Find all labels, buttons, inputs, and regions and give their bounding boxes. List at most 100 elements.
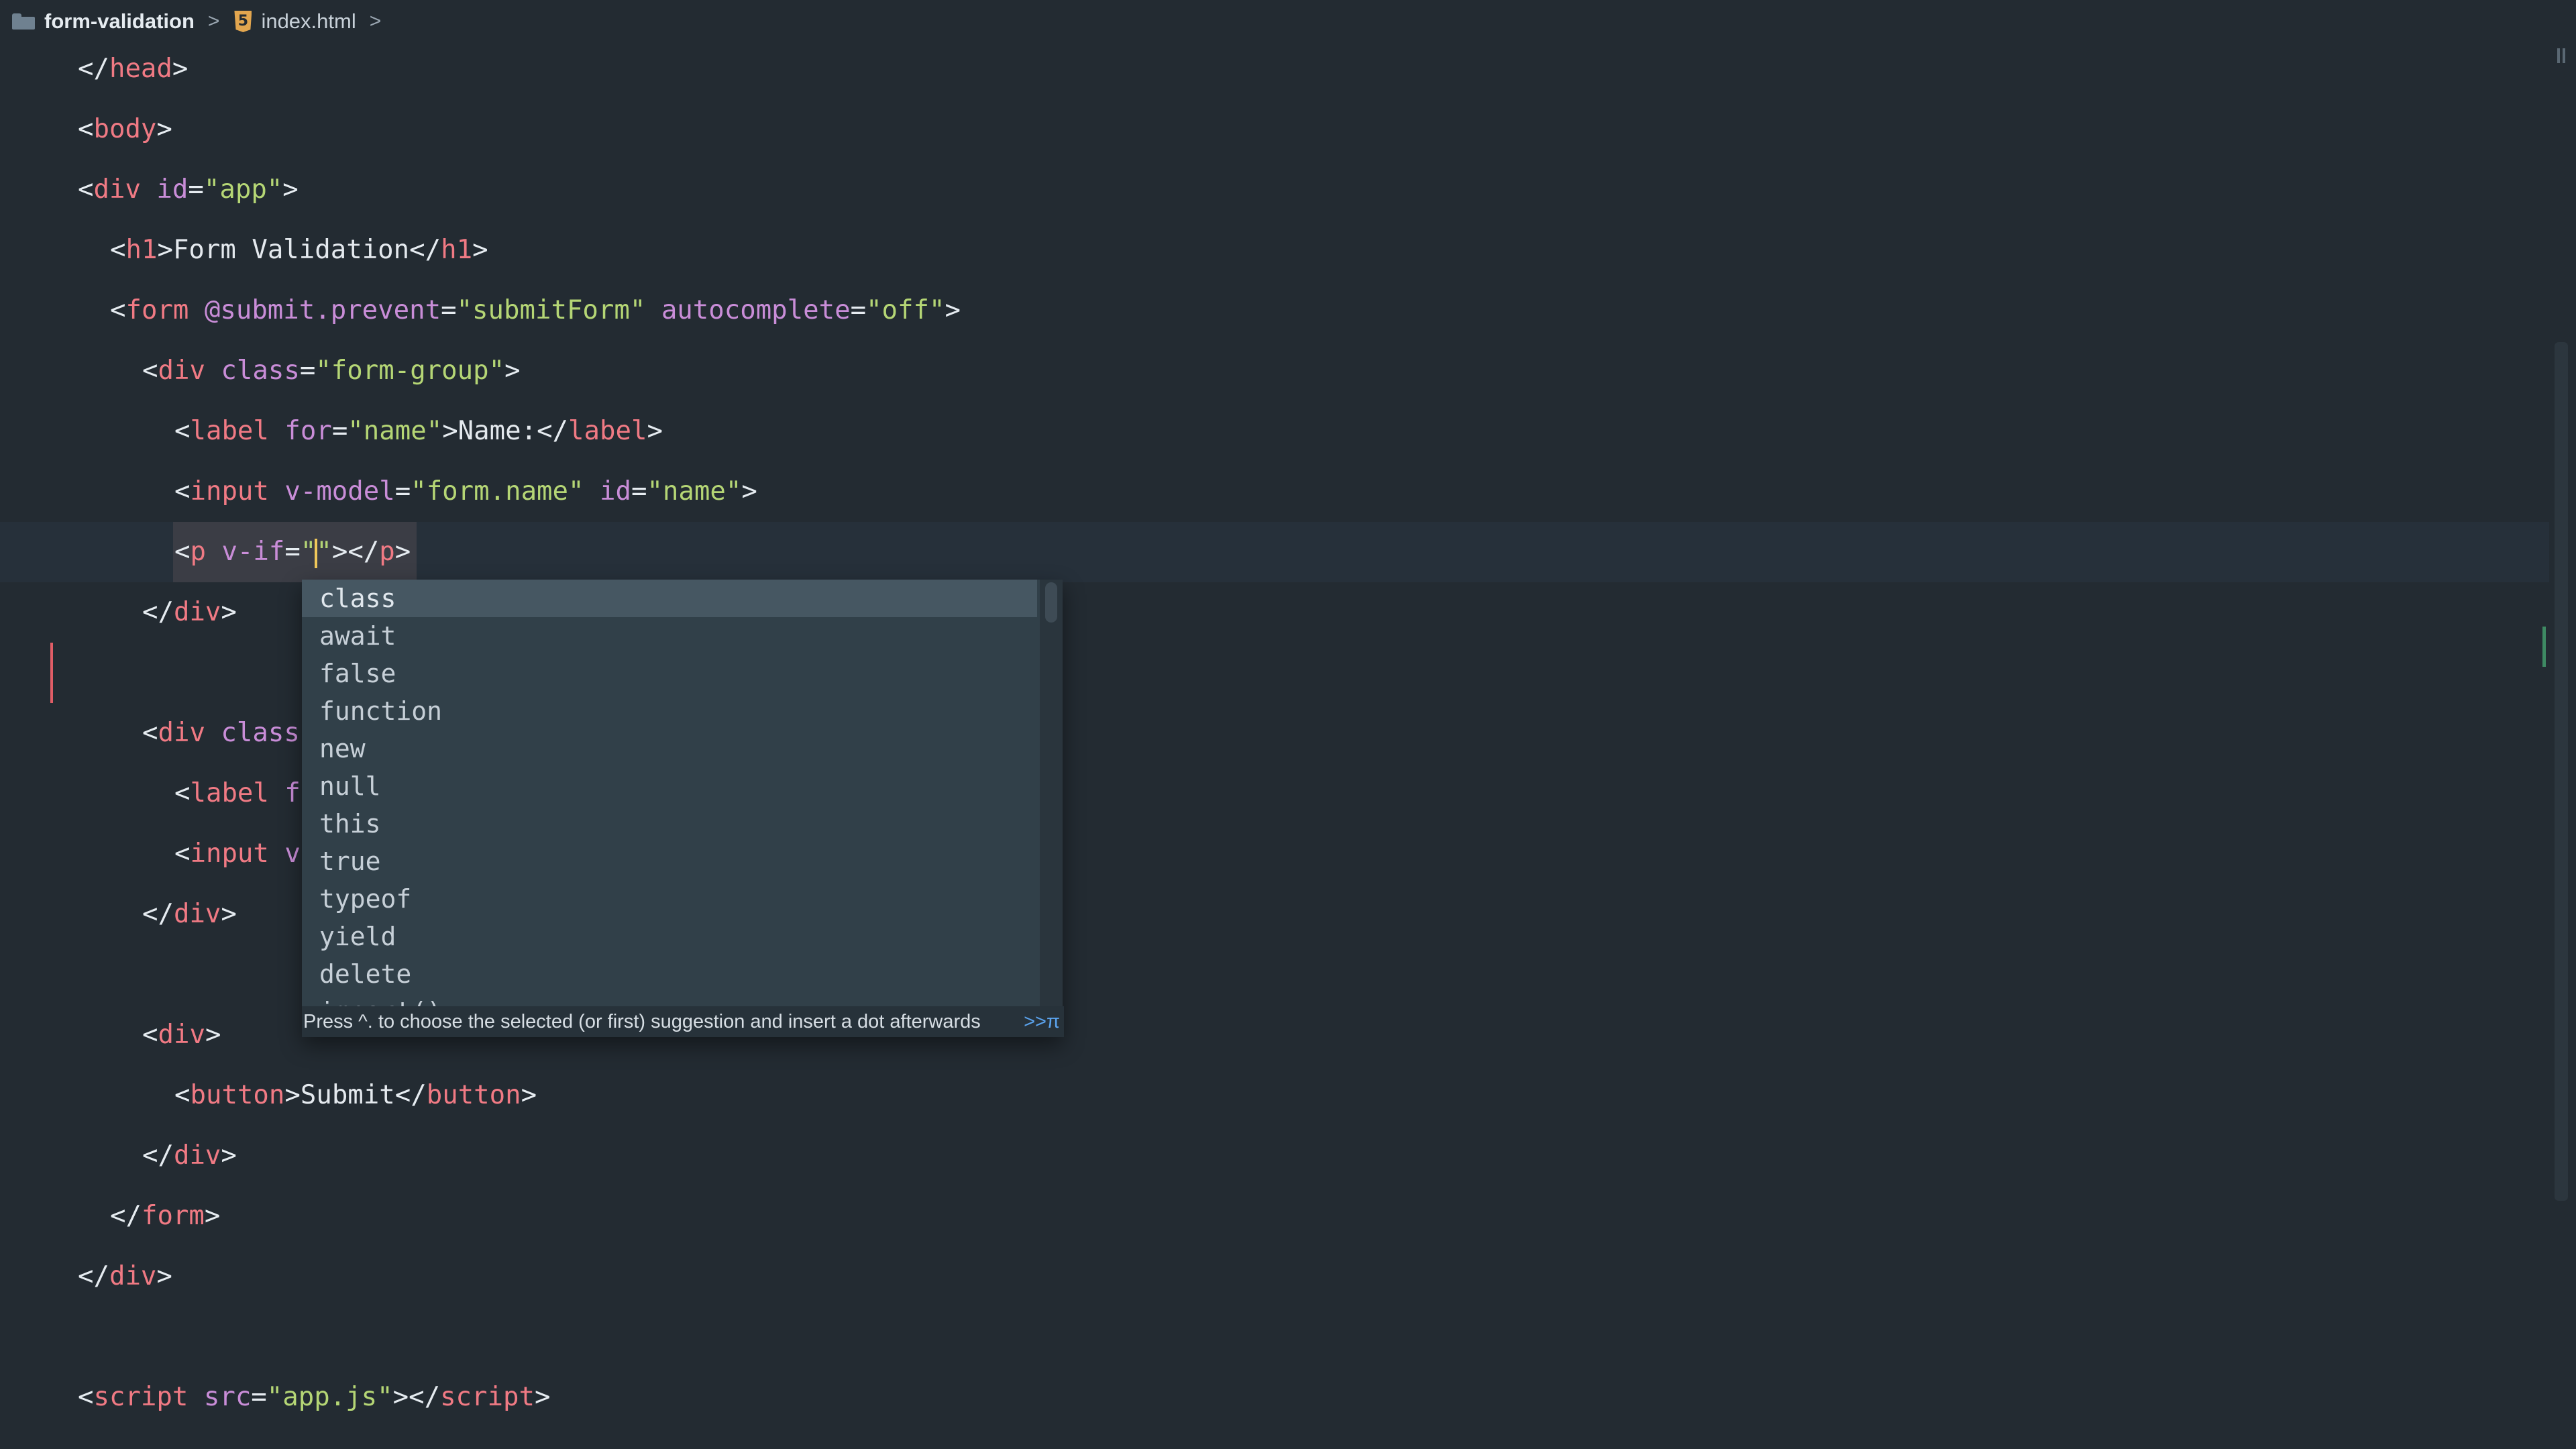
breadcrumb-file-label: index.html — [261, 9, 356, 33]
code-token: > — [221, 597, 237, 627]
code-token: > — [442, 416, 458, 446]
code-token: id — [584, 476, 631, 506]
code-token: div — [158, 356, 205, 386]
code-token: </ — [142, 899, 174, 929]
editor-scrollbar[interactable] — [2555, 342, 2568, 1201]
code-token: id — [140, 174, 189, 205]
code-token: "form.name" — [411, 476, 584, 506]
code-token: = — [394, 476, 411, 506]
code-token: > — [172, 54, 189, 84]
autocomplete-hint-text: Press ^. to choose the selected (or firs… — [303, 1011, 981, 1032]
autocomplete-item[interactable]: delete — [302, 955, 1037, 993]
code-line[interactable]: <button>Submit</button> — [0, 1065, 2549, 1126]
code-token: button — [426, 1080, 521, 1110]
breadcrumb-file[interactable]: index.html — [234, 9, 356, 34]
code-token: < — [78, 114, 94, 144]
code-token: Name: — [458, 416, 537, 446]
folder-icon — [12, 13, 35, 30]
autocomplete-item[interactable]: new — [302, 730, 1037, 767]
breadcrumb-folder[interactable]: form-validation — [12, 9, 195, 34]
autocomplete-popup: class await false function new null this… — [302, 580, 1064, 1037]
code-token: "form-group" — [315, 356, 505, 386]
code-token: > — [647, 416, 663, 446]
autocomplete-item[interactable]: this — [302, 805, 1037, 843]
breadcrumb-separator[interactable]: > — [370, 10, 382, 33]
code-token: </ — [142, 1140, 174, 1171]
autocomplete-item[interactable]: false — [302, 655, 1037, 692]
code-line[interactable]: </div> — [0, 1126, 2549, 1186]
code-token: > — [741, 476, 757, 506]
code-token: label — [568, 416, 647, 446]
change-marker — [2542, 627, 2546, 667]
code-token: label — [190, 778, 269, 808]
code-token: src — [188, 1382, 252, 1412]
code-line[interactable]: <div class="form-group"> — [0, 341, 2549, 401]
code-token: div — [158, 718, 205, 748]
code-line[interactable]: </form> — [0, 1186, 2549, 1246]
code-line[interactable]: <h1>Form Validation</h1> — [0, 220, 2549, 280]
code-token: = — [299, 356, 316, 386]
autocomplete-item[interactable]: await — [302, 617, 1037, 655]
code-token: p — [190, 537, 206, 567]
code-token: > — [945, 295, 961, 325]
autocomplete-item[interactable]: typeof — [302, 880, 1037, 918]
code-token: > — [392, 1382, 409, 1412]
current-code-line[interactable]: <p v-if=""></p> — [0, 522, 2549, 703]
code-token: > — [472, 235, 488, 265]
code-token: " — [316, 537, 332, 567]
code-token: > — [221, 1140, 237, 1171]
code-token: < — [142, 356, 158, 386]
code-token: "off" — [866, 295, 945, 325]
autocomplete-scrollbar[interactable] — [1040, 580, 1063, 1006]
code-line[interactable]: <form @submit.prevent="submitForm" autoc… — [0, 280, 2549, 341]
autocomplete-hint: Press ^. to choose the selected (or firs… — [302, 1006, 1064, 1037]
code-line[interactable]: <div id="app"> — [0, 160, 2549, 220]
code-token: form — [141, 1201, 205, 1231]
code-token: </ — [78, 54, 109, 84]
code-line[interactable]: </div> — [0, 1246, 2549, 1307]
autocomplete-item[interactable]: function — [302, 692, 1037, 730]
code-token: = — [631, 476, 647, 506]
code-token: head — [109, 54, 172, 84]
autocomplete-hint-link[interactable]: >>π — [1024, 1006, 1060, 1037]
code-token: > — [156, 114, 172, 144]
code-token: </ — [409, 1382, 441, 1412]
code-token: </ — [110, 1201, 142, 1231]
code-token: h1 — [125, 235, 158, 265]
code-token: h1 — [441, 235, 473, 265]
code-token: div — [109, 1261, 157, 1291]
code-token: = — [441, 295, 457, 325]
autocomplete-scroll-thumb[interactable] — [1045, 582, 1057, 623]
code-token: form — [125, 295, 189, 325]
code-token: < — [174, 839, 191, 869]
autocomplete-list[interactable]: class await false function new null this… — [302, 580, 1037, 1006]
code-token: "name" — [647, 476, 742, 506]
code-line[interactable]: </head> — [0, 39, 2549, 99]
code-token: > — [282, 174, 299, 205]
breadcrumb-folder-label: form-validation — [44, 9, 195, 33]
code-token: class — [205, 718, 300, 748]
code-token: "app" — [203, 174, 283, 205]
code-token: "app.js" — [266, 1382, 393, 1412]
pause-icon[interactable] — [2556, 48, 2567, 63]
autocomplete-item[interactable]: true — [302, 843, 1037, 880]
autocomplete-item[interactable]: yield — [302, 918, 1037, 955]
code-token: div — [158, 1020, 205, 1050]
code-token: script — [93, 1382, 189, 1412]
code-token: > — [156, 1261, 172, 1291]
code-token: p — [379, 537, 395, 567]
code-token: v-model — [268, 476, 395, 506]
code-line[interactable]: <script src="app.js"></script> — [0, 1367, 2549, 1428]
code-token: </ — [347, 537, 380, 567]
code-token: "name" — [347, 416, 443, 446]
code-token: @submit.prevent — [189, 295, 441, 325]
code-token: > — [221, 899, 237, 929]
code-token: button — [190, 1080, 285, 1110]
autocomplete-item[interactable]: null — [302, 767, 1037, 805]
autocomplete-item[interactable]: import() — [302, 993, 1037, 1006]
autocomplete-item[interactable]: class — [302, 580, 1037, 617]
code-line[interactable]: <label for="name">Name:</label> — [0, 401, 2549, 462]
code-line[interactable]: <input v-model="form.name" id="name"> — [0, 462, 2549, 522]
code-token: "submitForm" — [456, 295, 646, 325]
code-line[interactable]: <body> — [0, 99, 2549, 160]
